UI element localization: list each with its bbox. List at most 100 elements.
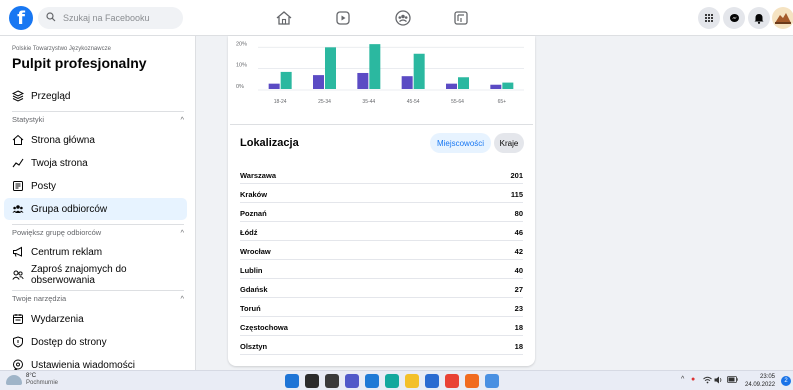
bar-65+-s2[interactable]: [502, 82, 514, 89]
page-title: Pulpit profesjonalny: [12, 55, 147, 71]
edge-icon[interactable]: [385, 374, 399, 388]
shield-icon: [12, 336, 24, 348]
sidebar-item-your-page[interactable]: Twoja strona: [4, 152, 187, 174]
battery-icon[interactable]: [727, 376, 738, 385]
profile-avatar[interactable]: [772, 7, 793, 29]
sidebar-item-events[interactable]: Wydarzenia: [4, 308, 187, 330]
x-tick-label: 45-54: [407, 99, 420, 105]
wifi-icon[interactable]: [703, 376, 712, 386]
sidebar-item-overview[interactable]: Przegląd: [4, 85, 187, 107]
location-row: Częstochowa 18: [240, 319, 523, 336]
x-tick-label: 18-24: [274, 99, 287, 105]
sidebar-item-home[interactable]: Strona główna: [4, 129, 187, 151]
bar-55-64-s1[interactable]: [446, 83, 457, 89]
groups-icon[interactable]: [394, 9, 412, 27]
chat-icon[interactable]: [345, 374, 359, 388]
sidebar-item-invite-friends[interactable]: Zaproś znajomych do obserwowania: [4, 264, 187, 286]
bar-45-54-s2[interactable]: [413, 53, 425, 89]
notepad-icon[interactable]: [485, 374, 499, 388]
firefox-icon[interactable]: [465, 374, 479, 388]
city-count: 18: [514, 341, 523, 351]
x-tick-label: 35-44: [362, 99, 375, 105]
location-title: Lokalizacja: [240, 137, 299, 149]
city-name: Warszawa: [240, 170, 276, 180]
weather-widget[interactable]: 8°C Pochmurnie: [6, 373, 58, 387]
cities-tab-button[interactable]: Miejscowości: [430, 133, 491, 153]
chrome-icon[interactable]: [445, 374, 459, 388]
bar-25-34-s1[interactable]: [313, 75, 324, 89]
file-explorer-icon[interactable]: [405, 374, 419, 388]
volume-icon[interactable]: [714, 376, 723, 386]
windows-taskbar: 8°C Pochmurnie ^ ● 23:05 24.09.2022 2: [0, 370, 793, 390]
antivirus-icon[interactable]: ●: [691, 376, 695, 383]
menu-grid-icon[interactable]: [698, 7, 720, 29]
city-name: Toruń: [240, 303, 261, 313]
location-row: Olsztyn 18: [240, 338, 523, 355]
clock-date: 24.09.2022: [745, 382, 776, 388]
notifications-icon[interactable]: [748, 7, 770, 29]
watch-icon[interactable]: [334, 9, 352, 27]
divider: [230, 124, 533, 125]
bar-45-54-s1[interactable]: [401, 76, 413, 89]
top-bar: f Szukaj na Facebooku: [0, 0, 793, 36]
chevron-up-icon[interactable]: ^: [681, 376, 684, 383]
section-grow-audience[interactable]: Powiększ grupę odbiorców ^: [12, 228, 184, 237]
x-tick-label: 25-34: [318, 99, 331, 105]
sidebar-item-label: Zaproś znajomych do obserwowania: [31, 264, 127, 286]
countries-tab-button[interactable]: Kraje: [494, 133, 524, 153]
widgets-icon[interactable]: [365, 374, 379, 388]
divider: [12, 111, 184, 112]
search-input[interactable]: Szukaj na Facebooku: [38, 7, 183, 29]
bar-35-44-s1[interactable]: [357, 72, 369, 89]
age-chart: 20% 10% 0% 18-24 25-34 35-44 45-54 55-64 65+: [236, 41, 524, 105]
search-icon[interactable]: [305, 374, 319, 388]
system-clock[interactable]: 23:05 24.09.2022: [745, 373, 775, 389]
city-name: Poznań: [240, 208, 267, 218]
location-row: Łódź 46: [240, 224, 523, 241]
city-count: 42: [514, 246, 523, 256]
section-label: Powiększ grupę odbiorców: [12, 228, 102, 237]
city-count: 40: [514, 265, 523, 275]
location-row: Poznań 80: [240, 205, 523, 222]
store-icon[interactable]: [425, 374, 439, 388]
x-tick-label: 55-64: [451, 99, 464, 105]
sidebar-item-label: Grupa odbiorców: [31, 203, 108, 215]
home-icon[interactable]: [275, 9, 293, 27]
sidebar-item-ad-center[interactable]: Centrum reklam: [4, 241, 187, 263]
bar-25-34-s2[interactable]: [325, 47, 336, 89]
gaming-icon[interactable]: [452, 9, 470, 27]
y-tick-label: 0%: [236, 84, 244, 90]
bar-18-24-s1[interactable]: [268, 83, 280, 89]
messenger-icon[interactable]: [723, 7, 745, 29]
search-icon: [46, 11, 58, 25]
city-name: Olsztyn: [240, 341, 268, 351]
sidebar-item-audience[interactable]: Grupa odbiorców: [4, 198, 187, 220]
bar-55-64-s2[interactable]: [458, 77, 469, 89]
location-row: Gdańsk 27: [240, 281, 523, 298]
city-name: Częstochowa: [240, 322, 288, 332]
overview-icon: [12, 90, 24, 102]
sidebar-item-label: Posty: [31, 180, 57, 192]
section-statistics[interactable]: Statystyki ^: [12, 115, 184, 124]
location-row: Toruń 23: [240, 300, 523, 317]
city-count: 201: [510, 170, 523, 180]
home-outline-icon: [12, 134, 24, 146]
bar-18-24-s2[interactable]: [280, 71, 292, 89]
sidebar-item-label: Ustawienia wiadomości: [31, 359, 135, 371]
notification-badge[interactable]: 2: [781, 376, 791, 386]
task-view-icon[interactable]: [325, 374, 339, 388]
bar-35-44-s2[interactable]: [369, 44, 381, 89]
x-tick-label: 65+: [498, 99, 507, 105]
y-tick-label: 10%: [236, 63, 247, 69]
sidebar-item-page-access[interactable]: Dostęp do strony: [4, 331, 187, 353]
section-your-tools[interactable]: Twoje narzędzia ^: [12, 294, 184, 303]
bar-65+-s1[interactable]: [490, 84, 502, 89]
sidebar-item-label: Centrum reklam: [31, 246, 103, 258]
people-icon: [12, 203, 24, 215]
posts-icon: [12, 180, 24, 192]
sidebar-item-posts[interactable]: Posty: [4, 175, 187, 197]
trend-line-icon: [12, 157, 24, 169]
facebook-logo[interactable]: f: [9, 6, 33, 30]
start-icon[interactable]: [285, 374, 299, 388]
city-count: 46: [514, 227, 523, 237]
